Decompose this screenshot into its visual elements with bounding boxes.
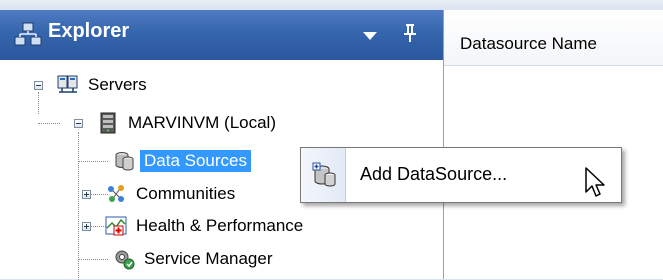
datasource-icon — [115, 152, 134, 171]
top-strip — [0, 0, 663, 10]
tree-node-health-performance[interactable]: Health & Performance — [104, 213, 307, 239]
collapse-server-toggle[interactable] — [74, 119, 83, 128]
explorer-header: Explorer — [0, 10, 443, 60]
tree-connector — [78, 161, 108, 162]
tree-node-label: Communities — [136, 184, 236, 203]
communities-icon — [108, 185, 124, 202]
tree-node-label: Health & Performance — [136, 216, 304, 235]
tree-node-service-manager[interactable]: Service Manager — [112, 246, 277, 272]
expand-health-toggle[interactable] — [82, 222, 91, 231]
tree-node-data-sources[interactable]: Data Sources — [112, 148, 251, 174]
collapse-servers-toggle[interactable] — [34, 81, 43, 90]
explorer-panel: Explorer Servers MARVINVM (Local) Data S… — [0, 10, 444, 280]
tree-connector — [38, 92, 39, 114]
menu-item-add-datasource[interactable]: Add DataSource... — [304, 152, 618, 198]
pin-icon[interactable] — [400, 22, 420, 46]
tree-node-label: Data Sources — [140, 150, 251, 172]
column-header-label: Datasource Name — [460, 34, 598, 53]
tree-node-servers[interactable]: Servers — [56, 72, 151, 98]
dropdown-arrow-icon[interactable] — [363, 32, 377, 40]
tree-connector — [78, 259, 108, 260]
tree-node-server[interactable]: MARVINVM (Local) — [96, 110, 280, 136]
tree-node-label: MARVINVM (Local) — [128, 113, 276, 132]
tree-connector — [38, 123, 60, 124]
menu-item-label: Add DataSource... — [360, 164, 508, 184]
tree-node-communities[interactable]: Communities — [104, 181, 239, 207]
explorer-title: Explorer — [48, 20, 130, 42]
add-datasource-icon — [312, 162, 336, 187]
tree-connector — [78, 132, 79, 280]
context-menu: Add DataSource... — [300, 147, 622, 203]
servers-network-icon — [14, 22, 42, 46]
column-header-datasource-name[interactable]: Datasource Name — [444, 10, 663, 66]
server-icon — [100, 112, 116, 134]
health-icon — [105, 216, 127, 236]
expand-communities-toggle[interactable] — [82, 190, 91, 199]
datasource-list-view: Datasource Name — [444, 10, 663, 279]
tree-node-label: Service Manager — [144, 249, 273, 268]
servers-group-icon — [57, 75, 78, 93]
service-manager-icon — [115, 250, 135, 270]
tree-node-label: Servers — [88, 75, 147, 94]
